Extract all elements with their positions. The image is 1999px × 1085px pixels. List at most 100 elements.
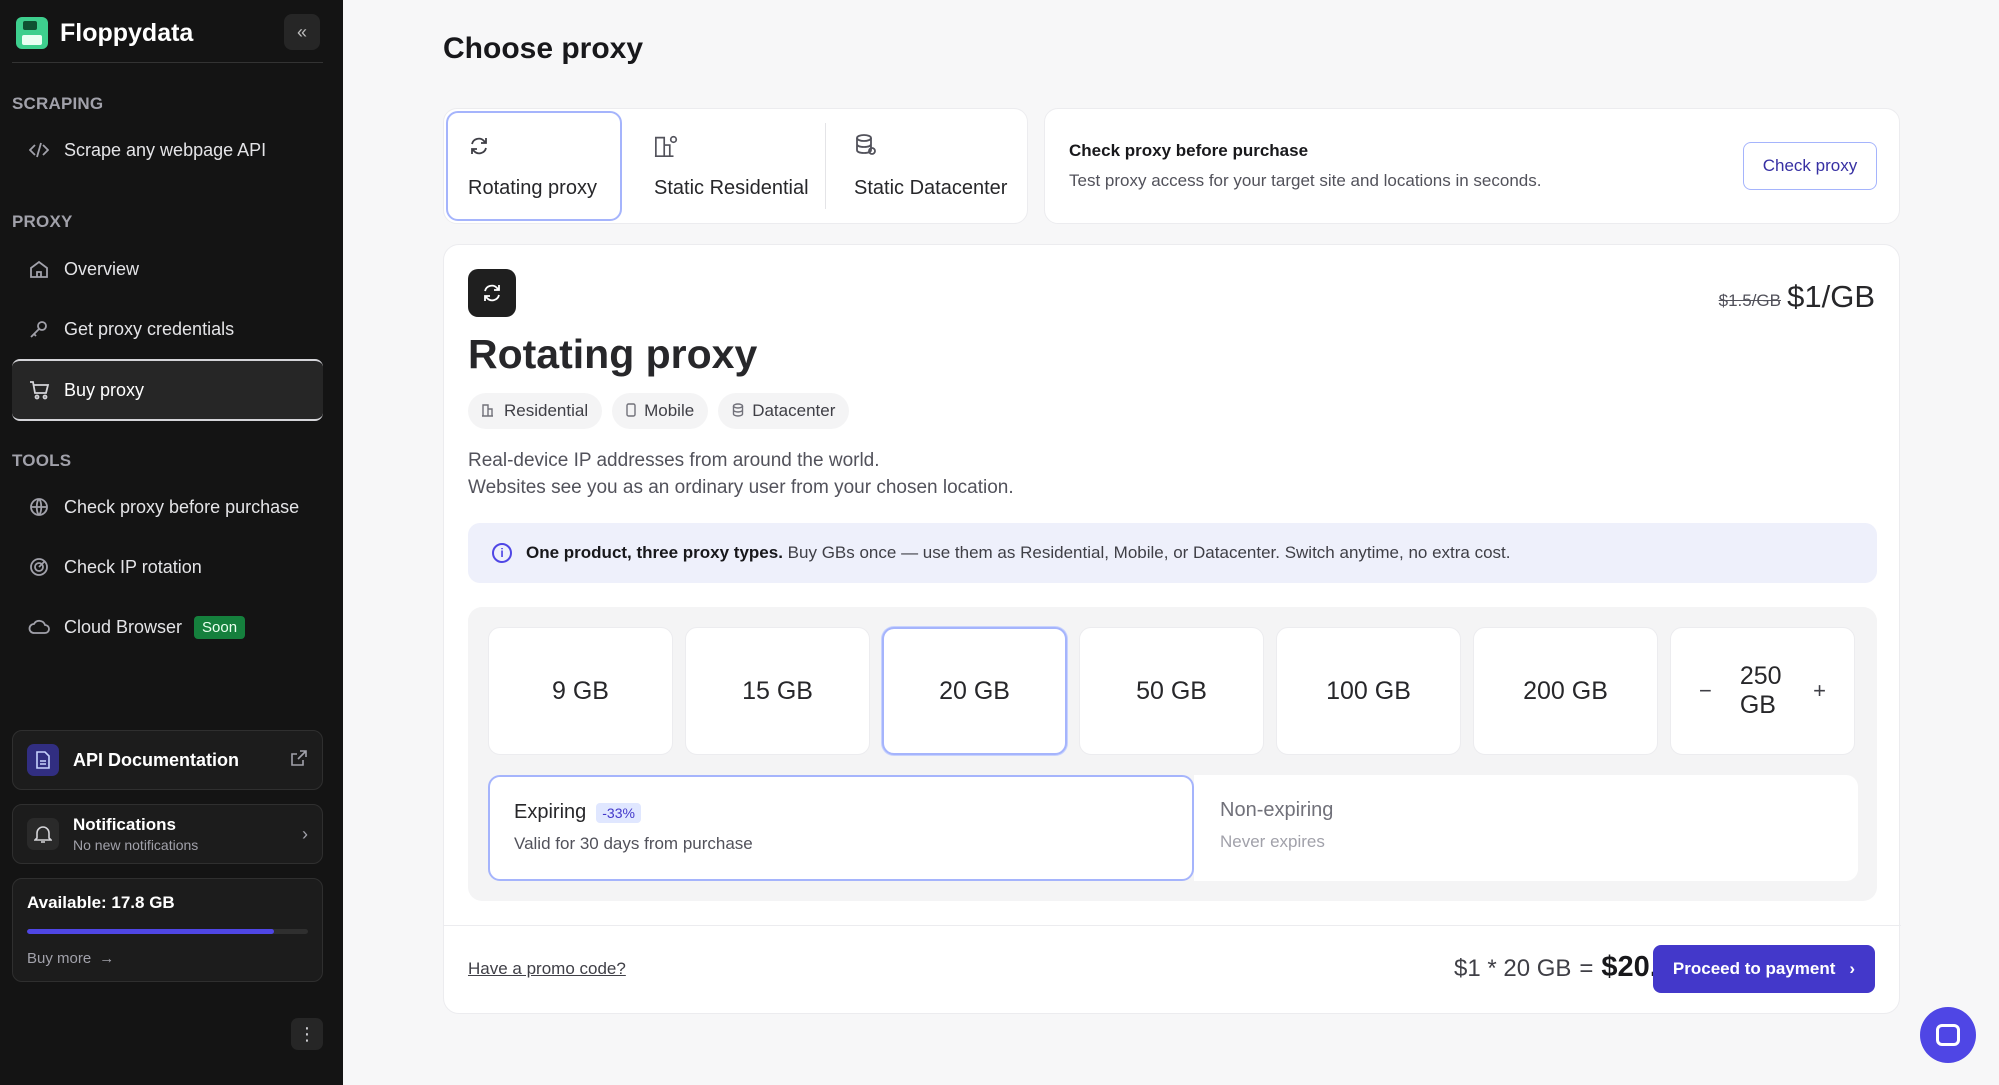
gb-option-20[interactable]: 20 GB (882, 627, 1067, 755)
info-banner: i One product, three proxy types. Buy GB… (468, 523, 1877, 583)
check-proxy-button[interactable]: Check proxy (1743, 142, 1877, 190)
plan-title: Expiring (514, 801, 587, 823)
product-description: Real-device IP addresses from around the… (468, 447, 1014, 501)
page-title: Choose proxy (443, 32, 644, 65)
brand-name: Floppydata (60, 18, 194, 47)
api-documentation-link[interactable]: API Documentation (12, 730, 323, 790)
product-card: $1.5/GB $1/GB Rotating proxy Residential… (443, 244, 1901, 1014)
check-proxy-title: Check proxy before purchase (1069, 141, 1309, 160)
sidebar-item-check-ip-rotation[interactable]: Check IP rotation (12, 539, 323, 595)
notifications-title: Notifications (73, 815, 176, 834)
available-balance: Available: 17.8 GB (27, 893, 175, 912)
document-icon (27, 744, 59, 776)
refresh-icon (468, 269, 516, 317)
collapse-sidebar-button[interactable]: « (284, 14, 320, 50)
sidebar-item-label: Overview (64, 258, 140, 279)
chevron-right-icon: › (302, 823, 308, 844)
proceed-to-payment-button[interactable]: Proceed to payment › (1653, 945, 1875, 993)
more-options-button[interactable]: ⋮ (291, 1018, 323, 1050)
tab-static-residential[interactable]: Static Residential (634, 111, 824, 221)
sidebar-item-cloud-browser[interactable]: Cloud Browser Soon (12, 599, 323, 655)
section-title-tools: TOOLS (12, 451, 72, 470)
plan-title: Non-expiring (1220, 799, 1334, 821)
gb-option-50[interactable]: 50 GB (1079, 627, 1264, 755)
chat-support-button[interactable] (1920, 1007, 1976, 1063)
kebab-menu-icon: ⋮ (298, 1023, 316, 1044)
tab-label: Static Datacenter (854, 176, 1008, 199)
sidebar-item-check-proxy[interactable]: Check proxy before purchase (12, 479, 323, 535)
chip-datacenter: Datacenter (718, 393, 850, 429)
sidebar-item-label: Check IP rotation (64, 556, 202, 577)
database-icon (732, 402, 744, 420)
sidebar-item-label: Get proxy credentials (64, 318, 235, 339)
custom-gb-value[interactable]: 250 GB (1740, 662, 1785, 720)
sidebar-item-label: Buy proxy (64, 379, 145, 400)
description-line: Websites see you as an ordinary user fro… (468, 477, 1014, 498)
home-icon (28, 258, 50, 280)
tab-divider (825, 123, 826, 209)
chip-label: Residential (504, 401, 589, 420)
check-proxy-card: Check proxy before purchase Test proxy a… (1044, 108, 1900, 224)
mobile-phone-icon (626, 402, 636, 420)
floppy-disk-logo-icon (16, 17, 48, 49)
chip-label: Mobile (644, 401, 695, 420)
plan-subtitle: Valid for 30 days from purchase (514, 834, 753, 853)
sidebar-item-scrape-api[interactable]: Scrape any webpage API (12, 122, 323, 178)
gb-option-100[interactable]: 100 GB (1276, 627, 1461, 755)
product-title: Rotating proxy (468, 331, 758, 377)
description-line: Real-device IP addresses from around the… (468, 450, 880, 471)
proxy-type-tabs: Rotating proxy Static Residential Static… (443, 108, 1028, 224)
sidebar-item-label: Cloud Browser (64, 616, 183, 637)
plan-subtitle: Never expires (1220, 832, 1325, 851)
tab-rotating-proxy[interactable]: Rotating proxy (446, 111, 622, 221)
bell-icon (27, 818, 59, 850)
balance-progress-fill (27, 929, 275, 934)
building-icon (654, 133, 680, 159)
buy-more-link[interactable]: Buy more → (27, 950, 308, 967)
notifications-subtitle: No new notifications (73, 837, 199, 853)
tab-label: Static Residential (654, 176, 809, 199)
sidebar-item-overview[interactable]: Overview (12, 241, 323, 297)
database-icon (854, 133, 880, 159)
building-icon (482, 403, 496, 420)
soon-badge: Soon (194, 615, 246, 639)
gb-custom-stepper[interactable]: − 250 GB + (1670, 627, 1855, 755)
brand[interactable]: Floppydata (16, 14, 193, 52)
gb-selector-panel: 9 GB 15 GB 20 GB 50 GB 100 GB 200 GB − 2… (468, 607, 1877, 901)
promo-code-link[interactable]: Have a promo code? (468, 959, 626, 979)
chip-residential: Residential (468, 393, 603, 429)
sidebar-item-label: Check proxy before purchase (64, 496, 300, 517)
sidebar-item-get-credentials[interactable]: Get proxy credentials (12, 301, 323, 357)
code-icon (28, 139, 50, 161)
cart-icon (28, 379, 50, 401)
gb-option-200[interactable]: 200 GB (1473, 627, 1658, 755)
info-text: One product, three proxy types. Buy GBs … (526, 543, 1511, 563)
divider (12, 62, 323, 63)
sidebar-item-label: Scrape any webpage API (64, 139, 267, 160)
sidebar-item-buy-proxy[interactable]: Buy proxy (12, 359, 323, 421)
gb-option-15[interactable]: 15 GB (685, 627, 870, 755)
balance-progress-bar (27, 929, 308, 934)
api-documentation-label: API Documentation (73, 749, 240, 770)
gb-option-9[interactable]: 9 GB (488, 627, 673, 755)
proxy-type-chips: Residential Mobile Datacenter (468, 393, 850, 429)
tab-label: Rotating proxy (468, 176, 597, 199)
cloud-icon (28, 616, 50, 638)
plan-non-expiring[interactable]: Non-expiring Never expires (1194, 775, 1858, 881)
external-link-icon (290, 749, 308, 772)
divider (444, 925, 1901, 926)
notifications-panel[interactable]: Notifications No new notifications › (12, 804, 323, 864)
plan-expiring[interactable]: Expiring -33% Valid for 30 days from pur… (488, 775, 1194, 881)
globe-icon (28, 496, 50, 518)
refresh-icon (468, 133, 494, 159)
info-bold: One product, three proxy types. (526, 543, 783, 562)
sidebar: Floppydata « SCRAPING Scrape any webpage… (0, 0, 343, 1085)
arrow-right-icon: → (99, 950, 115, 967)
key-icon (28, 318, 50, 340)
decrement-button[interactable]: − (1699, 678, 1712, 704)
buy-more-label: Buy more (27, 950, 92, 967)
chevron-right-icon: › (1849, 959, 1856, 978)
tab-static-datacenter[interactable]: Static Datacenter (834, 111, 1024, 221)
increment-button[interactable]: + (1813, 678, 1826, 704)
chat-bubble-icon (1936, 1024, 1960, 1046)
